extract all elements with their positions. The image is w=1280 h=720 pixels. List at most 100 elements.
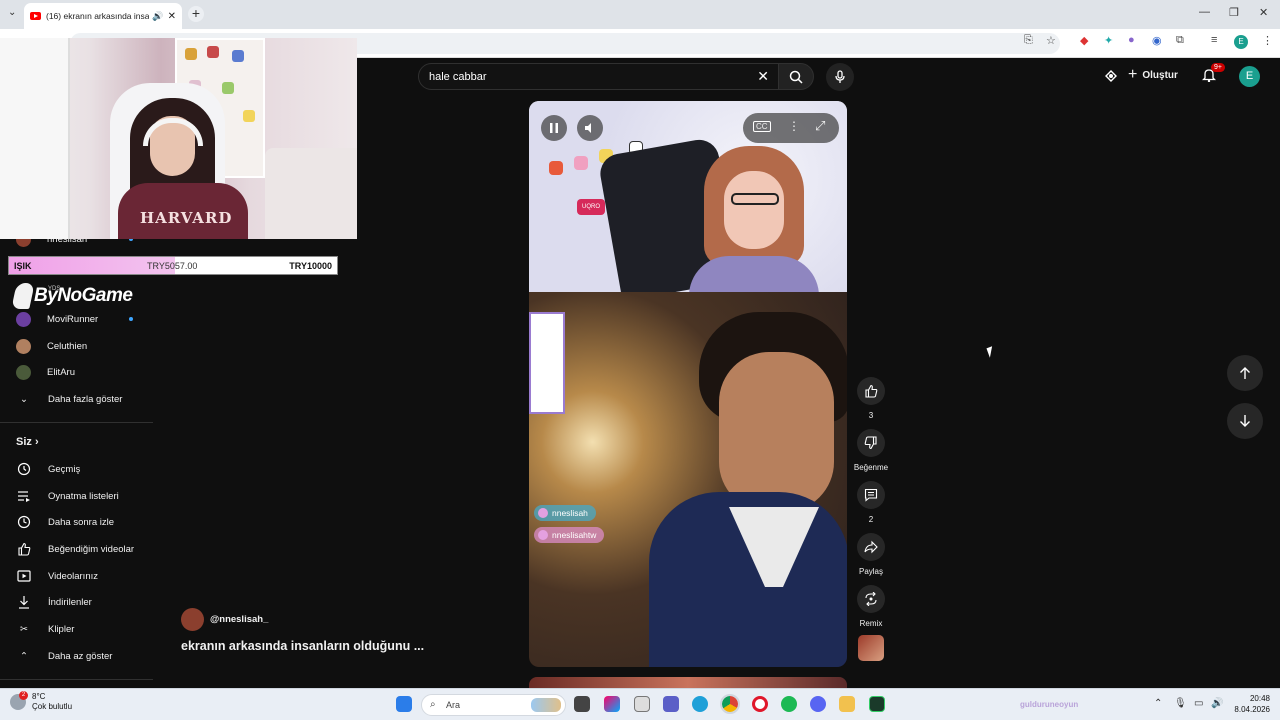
hoodie-text: HARVARD: [140, 209, 233, 227]
restore-icon[interactable]: ❐: [1229, 6, 1239, 19]
thumbs-up-icon: [865, 384, 878, 398]
sidebar-item-label: İndirilenler: [48, 596, 92, 608]
bookmark-star-icon[interactable]: ☆: [1046, 34, 1056, 47]
clear-search-icon[interactable]: ✕: [757, 68, 769, 85]
sidebar-item-your-videos[interactable]: Videolarınız: [0, 563, 153, 589]
search-button[interactable]: [778, 63, 814, 90]
minimize-icon[interactable]: —: [1199, 6, 1210, 18]
edge-icon[interactable]: [692, 696, 708, 712]
create-button[interactable]: + Oluştur: [1128, 66, 1178, 84]
network-icon[interactable]: ▭: [1194, 698, 1203, 709]
opera-icon[interactable]: [752, 696, 768, 712]
show-more-button[interactable]: ⌄ Daha fazla göster: [0, 386, 153, 412]
install-icon[interactable]: ⎘: [1024, 34, 1033, 47]
cast-sparkle-icon[interactable]: [1103, 68, 1119, 89]
teams-icon[interactable]: [663, 696, 679, 712]
system-clock[interactable]: 20:48 8.04.2026: [1230, 693, 1270, 715]
extension-3-icon[interactable]: ●: [1128, 34, 1135, 46]
mute-button[interactable]: [577, 115, 603, 141]
search-icon: ⌕: [430, 699, 436, 710]
extensions-puzzle-icon[interactable]: ⧉: [1176, 34, 1184, 47]
show-less-button[interactable]: ⌃ Daha az göster: [0, 643, 153, 669]
weather-temp: 8°C: [32, 692, 46, 701]
chrome-icon[interactable]: [720, 694, 740, 714]
sponsor-small-text: YDS: [48, 286, 61, 292]
channel-avatar: [181, 608, 204, 631]
app-icon[interactable]: [869, 696, 885, 712]
speaker-icon[interactable]: 🔊: [1211, 698, 1223, 709]
tray-chevron-icon[interactable]: ⌃: [1154, 698, 1162, 709]
remix-icon: [865, 592, 877, 606]
copilot-icon[interactable]: [604, 696, 620, 712]
new-tab-button[interactable]: +: [188, 6, 204, 22]
player-controls-pill: CC ⋮ ⤢: [743, 113, 839, 143]
you-section-heading[interactable]: Siz ›: [16, 436, 39, 448]
sidebar-item-history[interactable]: Geçmiş: [0, 456, 153, 482]
weather-widget[interactable]: 2 8°C Çok bulutlu: [10, 691, 73, 712]
wall-sign: UQRO: [577, 199, 605, 215]
close-icon[interactable]: ✕: [1259, 6, 1268, 19]
plus-icon: +: [1128, 66, 1138, 83]
browser-tab-youtube[interactable]: (16) ekranın arkasında insa 🔊 ✕: [24, 3, 182, 29]
sidebar-item-downloads[interactable]: İndirilenler: [0, 589, 153, 615]
pause-button[interactable]: [541, 115, 567, 141]
clock-time: 20:48: [1249, 694, 1270, 703]
audio-source-thumbnail[interactable]: [858, 635, 884, 661]
dislike-button[interactable]: Beğenme: [854, 429, 888, 472]
previous-short-button[interactable]: [1227, 355, 1263, 391]
search-input-value: hale cabbar: [429, 70, 487, 83]
sidebar-item-celuthien[interactable]: Celuthien: [0, 333, 153, 359]
voice-search-button[interactable]: [826, 63, 854, 91]
sidebar-item-elitaru[interactable]: ElitAru: [0, 359, 153, 385]
short-channel[interactable]: @nneslisah_: [181, 608, 268, 631]
like-count: 3: [868, 411, 874, 420]
comments-button[interactable]: 2: [857, 481, 885, 524]
tab-search-icon[interactable]: ⌄: [8, 7, 16, 18]
shorts-player[interactable]: UQRO nneslisah nneslisahtw CC ⋮ ⤢: [529, 101, 847, 667]
microphone-icon[interactable]: 🎙: [1174, 698, 1187, 709]
microphone-icon: [835, 70, 845, 83]
donation-label: IŞIK: [14, 260, 32, 271]
share-label: Paylaş: [858, 567, 883, 576]
extension-4-icon[interactable]: ◉: [1152, 34, 1162, 47]
comment-icon: [864, 488, 878, 502]
remix-button[interactable]: Remix: [857, 585, 885, 628]
channel-avatar: [16, 364, 31, 380]
extension-1-icon[interactable]: ◆: [1080, 34, 1088, 47]
share-button[interactable]: Paylaş: [857, 533, 885, 576]
sidebar-item-label: Daha sonra izle: [48, 516, 115, 528]
extension-2-icon[interactable]: ✦: [1104, 34, 1113, 47]
sidebar-item-movirunner[interactable]: MoviRunner: [0, 306, 153, 332]
sidebar-item-watch-later[interactable]: Daha sonra izle: [0, 509, 153, 535]
close-tab-icon[interactable]: ✕: [168, 11, 176, 22]
sidebar-item-clips[interactable]: ✂ Klipler: [0, 616, 153, 642]
reading-list-icon[interactable]: ≡: [1211, 34, 1217, 46]
sidebar-item-liked-videos[interactable]: Beğendiğim videolar: [0, 536, 153, 562]
arrow-down-icon: [1240, 415, 1250, 427]
settings-icon[interactable]: [634, 696, 650, 712]
notifications-button[interactable]: 9+: [1201, 63, 1225, 87]
captions-icon[interactable]: CC: [753, 121, 771, 132]
start-windows-icon[interactable]: [396, 696, 412, 712]
short-title[interactable]: ekranın arkasında insanların olduğunu ..…: [181, 639, 424, 653]
browser-profile-avatar[interactable]: E: [1234, 35, 1248, 49]
file-explorer-icon[interactable]: [839, 696, 855, 712]
weather-condition: Çok bulutlu: [32, 702, 73, 711]
task-view-icon[interactable]: [574, 696, 590, 712]
taskbar-search[interactable]: ⌕ Ara: [421, 694, 566, 716]
social-tag-label: nneslisahtw: [552, 530, 597, 540]
search-input[interactable]: hale cabbar ✕: [418, 63, 780, 90]
channel-avatar: [16, 311, 31, 327]
browser-menu-icon[interactable]: ⋮: [1262, 34, 1273, 47]
avatar[interactable]: E: [1239, 66, 1260, 87]
discord-icon[interactable]: [810, 696, 826, 712]
more-options-icon[interactable]: ⋮: [788, 119, 800, 133]
sidebar-item-playlists[interactable]: Oynatma listeleri: [0, 483, 153, 509]
next-short-button[interactable]: [1227, 403, 1263, 439]
like-button[interactable]: 3: [857, 377, 885, 420]
next-short-preview[interactable]: [529, 677, 847, 688]
your-videos-icon: [16, 568, 32, 584]
spotify-icon[interactable]: [781, 696, 797, 712]
speaker-icon[interactable]: 🔊: [152, 11, 163, 22]
fullscreen-icon[interactable]: ⤢: [815, 118, 825, 134]
